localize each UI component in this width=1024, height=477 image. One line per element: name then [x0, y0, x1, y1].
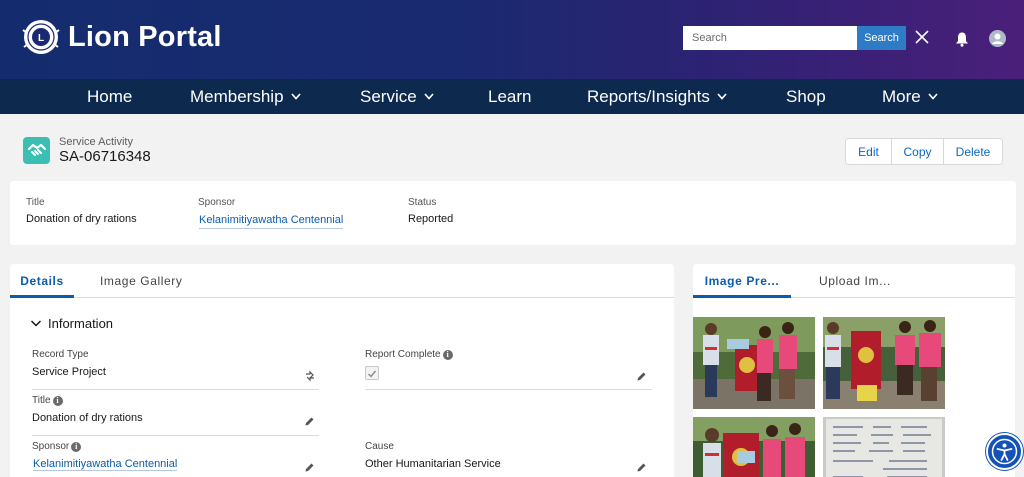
user-avatar-icon[interactable]: [989, 30, 1006, 47]
record-type-label: Service Activity: [59, 136, 133, 148]
site-title: Lion Portal: [68, 20, 222, 53]
sponsor-link[interactable]: Kelanimitiyawatha Centennial: [33, 458, 178, 471]
search-input[interactable]: [683, 26, 857, 50]
highlight-title-label: Title: [26, 197, 45, 208]
info-icon[interactable]: i: [442, 349, 453, 360]
nav-item-home[interactable]: Home: [87, 79, 132, 114]
chevron-down-icon: [30, 320, 42, 327]
main-navigation: Home Membership Service Learn Reports/In…: [0, 79, 1024, 114]
pencil-icon[interactable]: [636, 371, 647, 382]
edit-button[interactable]: Edit: [846, 139, 892, 164]
details-tabs: Details Image Gallery: [10, 264, 674, 298]
sponsor-label: Sponsor i: [32, 441, 82, 452]
field-label: Sponsor: [32, 441, 70, 452]
record-name: SA-06716348: [59, 148, 151, 165]
info-icon[interactable]: i: [71, 441, 82, 452]
chevron-down-icon: [928, 93, 938, 100]
report-complete-label: Report Complete i: [365, 349, 453, 360]
nav-item-reports-insights[interactable]: Reports/Insights: [587, 79, 727, 114]
lions-club-emblem-icon: L: [22, 20, 60, 54]
svg-text:L: L: [38, 33, 44, 44]
details-card: Details Image Gallery Information Record…: [10, 264, 674, 477]
gallery-image[interactable]: [693, 317, 815, 409]
chevron-down-icon: [424, 93, 434, 100]
tab-image-gallery[interactable]: Image Gallery: [100, 264, 183, 298]
field-label: Cause: [365, 441, 394, 452]
chevron-down-icon: [717, 93, 727, 100]
nav-item-more[interactable]: More: [882, 79, 938, 114]
nav-item-label: Membership: [190, 87, 284, 106]
pencil-icon[interactable]: [304, 462, 315, 473]
nav-item-learn[interactable]: Learn: [488, 79, 531, 114]
record-icon: [23, 137, 50, 164]
bell-icon[interactable]: [954, 31, 970, 47]
highlight-sponsor-label: Sponsor: [198, 197, 236, 208]
tab-image-preview[interactable]: Image Pre...: [693, 264, 791, 298]
cause-value: Other Humanitarian Service: [365, 458, 501, 470]
delete-button[interactable]: Delete: [944, 139, 1002, 164]
pencil-icon[interactable]: [304, 416, 315, 427]
highlight-status-value: Reported: [408, 213, 454, 225]
report-complete-checkbox: [365, 366, 379, 380]
information-section-header[interactable]: Information: [30, 316, 113, 331]
section-title: Information: [48, 316, 114, 331]
title-value: Donation of dry rations: [32, 412, 143, 424]
chevron-down-icon: [290, 93, 301, 100]
image-tabs: Image Pre... Upload Im...: [693, 264, 1015, 298]
record-type-label: Record Type: [32, 349, 89, 360]
nav-item-label: More: [882, 87, 921, 106]
highlight-sponsor-link[interactable]: Kelanimitiyawatha Centennial: [199, 214, 344, 229]
accessibility-button[interactable]: [986, 433, 1023, 470]
close-icon[interactable]: [915, 30, 929, 44]
gallery-image[interactable]: [823, 417, 945, 477]
accessibility-icon: [991, 438, 1018, 465]
site-logo[interactable]: L Lion Portal: [22, 18, 222, 56]
gallery-image[interactable]: [693, 417, 815, 477]
field-label: Report Complete: [365, 349, 441, 360]
image-card: Image Pre... Upload Im...: [693, 264, 1015, 477]
field-label: Record Type: [32, 349, 89, 360]
nav-item-membership[interactable]: Membership: [190, 79, 301, 114]
checkmark-icon: [368, 370, 377, 378]
title-label: Title i: [32, 395, 63, 406]
nav-item-label: Shop: [786, 87, 826, 106]
tab-upload-image[interactable]: Upload Im...: [819, 264, 891, 298]
nav-item-label: Home: [87, 87, 133, 106]
nav-item-label: Reports/Insights: [587, 87, 710, 106]
site-header: L Lion Portal Search: [0, 0, 1024, 79]
cause-label: Cause: [365, 441, 394, 452]
gallery-image[interactable]: [823, 317, 945, 409]
handshake-icon: [27, 143, 47, 156]
info-icon[interactable]: i: [52, 395, 63, 406]
copy-button[interactable]: Copy: [892, 139, 944, 164]
highlights-panel: Title Donation of dry rations Sponsor Ke…: [10, 181, 1016, 245]
nav-item-label: Service: [360, 87, 417, 106]
field-label: Title: [32, 395, 51, 406]
nav-item-service[interactable]: Service: [360, 79, 434, 114]
record-type-value: Service Project: [32, 366, 106, 378]
highlight-title-value: Donation of dry rations: [26, 213, 137, 225]
nav-item-label: Learn: [488, 87, 532, 106]
search-button[interactable]: Search: [857, 26, 906, 50]
change-record-type-icon[interactable]: [304, 370, 316, 382]
pencil-icon[interactable]: [636, 462, 647, 473]
highlight-status-label: Status: [408, 197, 437, 208]
nav-item-shop[interactable]: Shop: [786, 79, 826, 114]
record-actions: Edit Copy Delete: [845, 138, 1003, 165]
tab-details[interactable]: Details: [10, 264, 74, 298]
